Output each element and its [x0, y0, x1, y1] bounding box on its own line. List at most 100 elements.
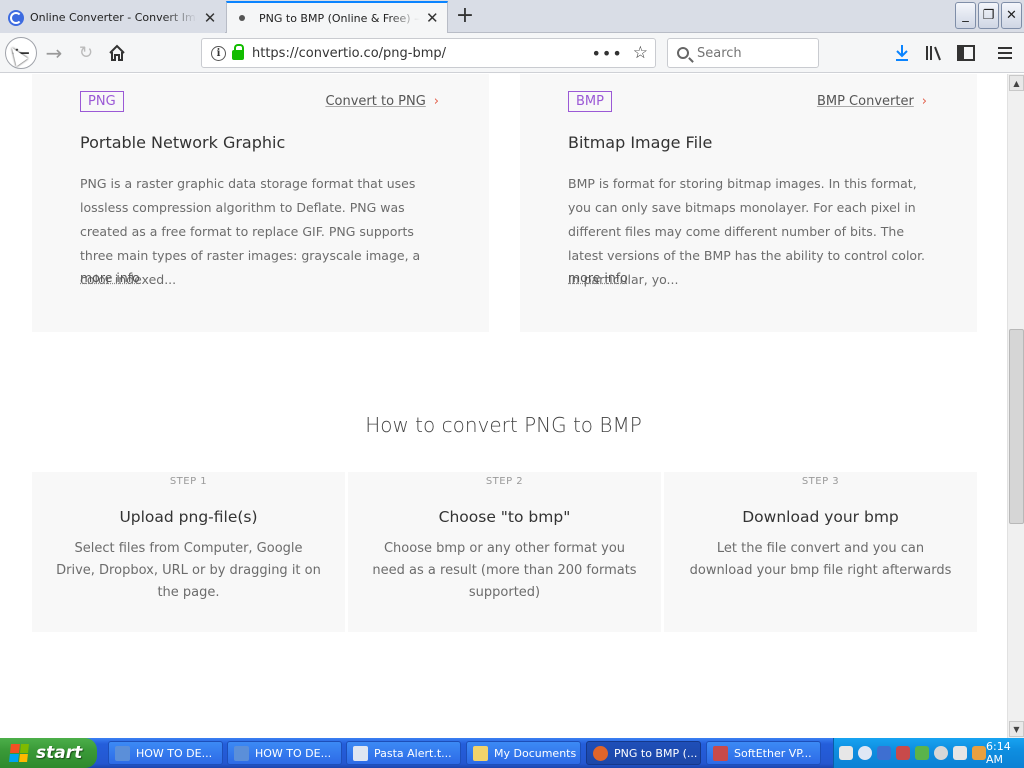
- taskbar-item-label: PNG to BMP (...: [614, 746, 698, 760]
- system-tray: 6:14 AM: [833, 738, 1024, 768]
- convertio-favicon-icon: [8, 9, 24, 26]
- tray-collapse-icon[interactable]: [858, 746, 872, 760]
- reload-icon: ↻: [78, 43, 94, 63]
- taskbar-item-label: My Documents: [494, 746, 577, 760]
- folder-icon: [473, 745, 488, 761]
- scrollbar-thumb[interactable]: [1009, 329, 1024, 524]
- search-icon: [677, 47, 689, 59]
- step-title: Choose "to bmp": [438, 508, 571, 526]
- start-label: start: [36, 743, 83, 763]
- page-actions-icon[interactable]: •••: [591, 44, 622, 63]
- link-label[interactable]: Convert to PNG: [325, 94, 425, 109]
- step-card: STEP 1 Upload png-file(s) Select files f…: [32, 472, 348, 632]
- taskbar-item-label: HOW TO DE...: [136, 746, 213, 760]
- windows-taskbar: start HOW TO DE... HOW TO DE... Pasta Al…: [0, 738, 1024, 768]
- step-text: Select files from Computer, Google Drive…: [56, 541, 321, 600]
- step-text: Let the file convert and you can downloa…: [689, 541, 952, 578]
- home-icon: [109, 44, 125, 61]
- menu-button[interactable]: [991, 39, 1019, 67]
- update-icon[interactable]: [972, 746, 986, 760]
- taskbar-item[interactable]: SoftEther VP...: [706, 741, 821, 765]
- downloads-button[interactable]: [888, 39, 916, 67]
- link-label[interactable]: BMP Converter: [817, 94, 914, 109]
- chevron-right-icon: ›: [921, 94, 927, 109]
- reload-button[interactable]: ↻: [72, 39, 100, 67]
- taskbar-clock[interactable]: 6:14 AM: [986, 740, 1014, 766]
- secure-lock-icon[interactable]: [232, 44, 244, 60]
- bmp-converter-link[interactable]: BMP Converter ›: [817, 94, 927, 109]
- word-document-icon: [115, 745, 130, 761]
- tab-title: Online Converter - Convert Image, Video,…: [30, 11, 197, 24]
- library-icon: [926, 46, 941, 61]
- bookmark-star-icon[interactable]: ☆: [633, 43, 648, 63]
- tab-online-converter[interactable]: Online Converter - Convert Image, Video,…: [0, 2, 225, 33]
- download-icon: [896, 45, 908, 61]
- navigation-toolbar: ← → ↻ i https://convertio.co/png-bmp/ ••…: [0, 33, 1024, 73]
- more-info-link[interactable]: more info: [80, 270, 140, 285]
- steps-row: STEP 1 Upload png-file(s) Select files f…: [32, 472, 977, 632]
- connection-icon[interactable]: [953, 746, 967, 760]
- forward-button[interactable]: →: [40, 39, 68, 67]
- word-document-icon: [234, 745, 249, 761]
- library-button[interactable]: [920, 39, 948, 67]
- taskbar-item[interactable]: HOW TO DE...: [108, 741, 223, 765]
- close-window-button[interactable]: ✕: [1001, 2, 1022, 29]
- close-tab-icon[interactable]: ✕: [426, 9, 439, 27]
- address-bar[interactable]: i https://convertio.co/png-bmp/ ••• ☆: [201, 38, 656, 68]
- sidebar-button[interactable]: [952, 39, 980, 67]
- windows-logo-icon: [9, 744, 29, 762]
- step-text: Choose bmp or any other format you need …: [372, 541, 637, 600]
- format-tag: PNG: [80, 91, 124, 112]
- new-tab-button[interactable]: +: [452, 4, 478, 30]
- close-tab-icon[interactable]: ✕: [203, 9, 217, 27]
- site-info-icon[interactable]: i: [211, 45, 226, 61]
- home-button[interactable]: [103, 39, 131, 67]
- step-card: STEP 2 Choose "to bmp" Choose bmp or any…: [348, 472, 664, 632]
- network-icon[interactable]: [877, 746, 891, 760]
- window-controls: _ ❐ ✕: [955, 2, 1022, 29]
- tab-title: PNG to BMP (Online & Free) — Convertio: [259, 11, 420, 25]
- convert-to-png-link[interactable]: Convert to PNG ›: [325, 94, 439, 109]
- step-title: Upload png-file(s): [119, 508, 258, 526]
- search-placeholder: Search: [697, 45, 742, 61]
- format-title: Bitmap Image File: [568, 133, 713, 152]
- maximize-button[interactable]: ❐: [978, 2, 999, 29]
- taskbar-item[interactable]: My Documents: [466, 741, 581, 765]
- vpn-tray-icon[interactable]: [896, 746, 910, 760]
- more-info-link[interactable]: more info: [568, 270, 628, 285]
- start-button[interactable]: start: [0, 738, 97, 768]
- step-card: STEP 3 Download your bmp Let the file co…: [664, 472, 977, 632]
- security-icon[interactable]: [915, 746, 929, 760]
- format-title: Portable Network Graphic: [80, 133, 286, 152]
- step-label: STEP 1: [169, 476, 208, 487]
- volume-icon[interactable]: [934, 746, 948, 760]
- scroll-down-arrow-icon[interactable]: ▼: [1009, 721, 1024, 737]
- tab-strip: Online Converter - Convert Image, Video,…: [0, 0, 1024, 33]
- vertical-scrollbar[interactable]: ▲ ▼: [1007, 74, 1024, 738]
- hamburger-menu-icon: [998, 47, 1012, 59]
- step-label: STEP 2: [485, 476, 524, 487]
- keyboard-icon[interactable]: [839, 746, 853, 760]
- taskbar-item-label: HOW TO DE...: [255, 746, 332, 760]
- format-card-png: PNG Convert to PNG › Portable Network Gra…: [32, 74, 489, 332]
- step-label: STEP 3: [801, 476, 840, 487]
- taskbar-item-active[interactable]: PNG to BMP (...: [586, 741, 701, 765]
- search-input[interactable]: Search: [667, 38, 819, 68]
- softether-vpn-icon: [713, 745, 728, 761]
- sidebar-icon: [957, 45, 975, 61]
- chevron-right-icon: ›: [433, 94, 439, 109]
- taskbar-item[interactable]: Pasta Alert.t...: [346, 741, 461, 765]
- minimize-button[interactable]: _: [955, 2, 976, 29]
- loading-dot-icon: [239, 15, 245, 21]
- scroll-up-arrow-icon[interactable]: ▲: [1009, 75, 1024, 91]
- howto-heading: How to convert PNG to BMP: [365, 413, 642, 437]
- taskbar-item[interactable]: HOW TO DE...: [227, 741, 342, 765]
- page-viewport: PNG Convert to PNG › Portable Network Gra…: [0, 74, 1007, 738]
- format-tag: BMP: [568, 91, 612, 112]
- tab-png-to-bmp[interactable]: PNG to BMP (Online & Free) — Convertio ✕: [226, 1, 448, 33]
- url-text[interactable]: https://convertio.co/png-bmp/: [252, 46, 446, 61]
- taskbar-item-label: Pasta Alert.t...: [374, 746, 452, 760]
- firefox-icon: [593, 745, 608, 761]
- step-title: Download your bmp: [742, 508, 899, 526]
- notepad-icon: [353, 745, 368, 761]
